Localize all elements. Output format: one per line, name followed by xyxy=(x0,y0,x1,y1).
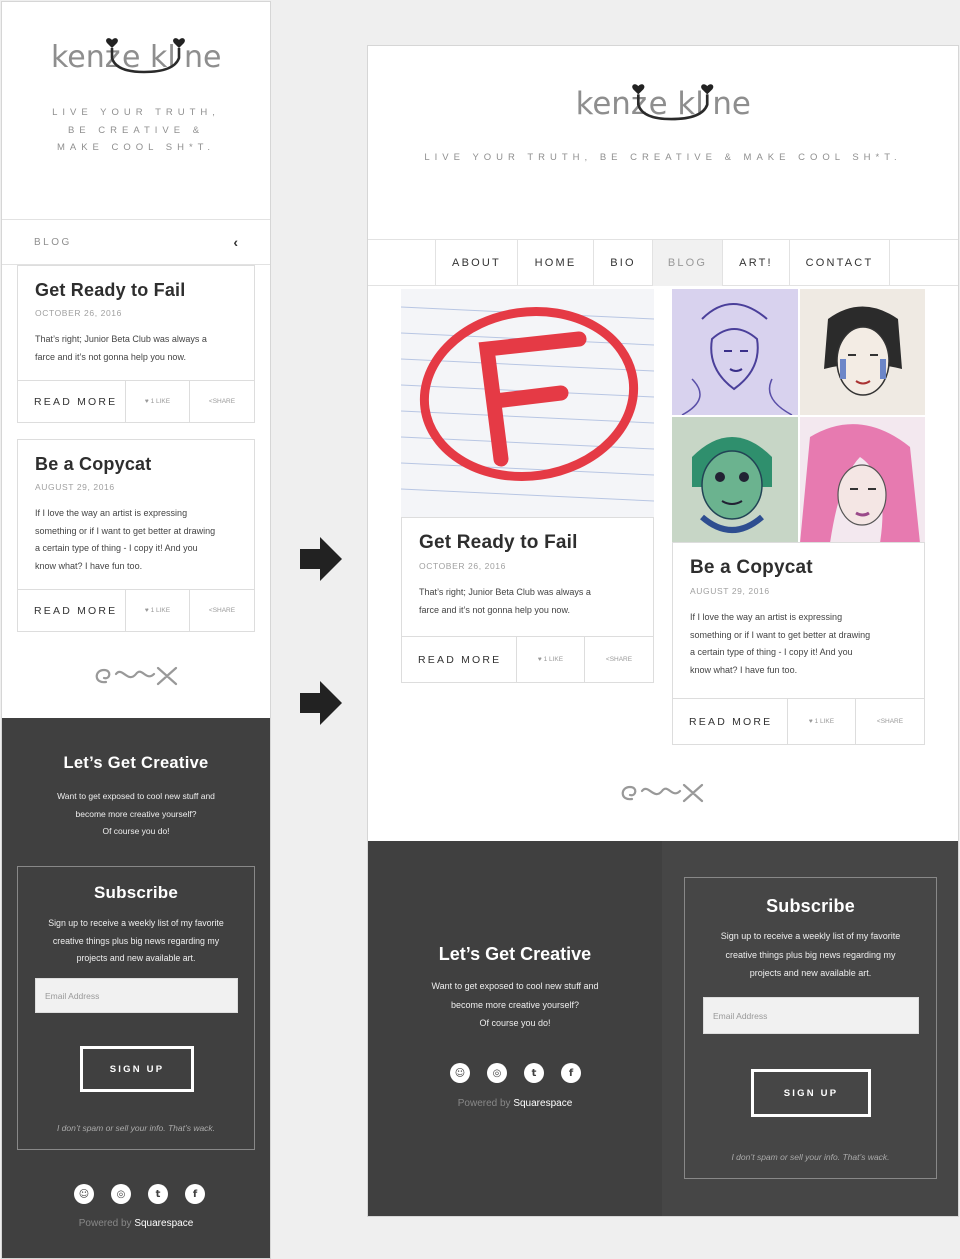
tagline: LIVE YOUR TRUTH, BE CREATIVE & MAKE COOL… xyxy=(52,107,220,153)
tumblr-icon[interactable]: t xyxy=(524,1063,544,1083)
post-excerpt: If I love the way an artist is expressin… xyxy=(35,508,216,571)
powered-by: Powered by Squarespace xyxy=(457,1098,573,1109)
desktop-preview: kenz e kl ne LIVE YOUR TRUTH, BE CREATIV… xyxy=(367,45,959,1217)
post-actions: READ MORE ♥ 1 LIKE < SHARE xyxy=(673,698,924,744)
facebook-icon[interactable]: f xyxy=(185,1184,205,1204)
read-more-link[interactable]: READ MORE xyxy=(18,381,126,422)
nav-item-home[interactable]: HOME xyxy=(518,240,594,286)
post-card: Get Ready to Fail OCTOBER 26, 2016 That’… xyxy=(401,517,654,683)
squiggle-divider-icon xyxy=(621,783,704,803)
footer-intro: Want to get exposed to cool new stuff an… xyxy=(431,981,599,1028)
mobile-preview: kenz e kl ne LIVE YOUR TRUTH, BE CREATIV… xyxy=(1,1,271,1259)
footer-heading: Let’s Get Creative xyxy=(438,944,592,964)
no-spam-note: I don’t spam or sell your info. That’s w… xyxy=(56,1123,216,1133)
tumblr-icon[interactable]: t xyxy=(148,1184,168,1204)
nav-item-about[interactable]: ABOUT xyxy=(436,240,518,286)
squarespace-link[interactable]: Squarespace xyxy=(134,1218,193,1229)
subscribe-heading: Subscribe xyxy=(94,883,178,902)
desktop-footer: Let’s Get Creative Want to get exposed t… xyxy=(368,841,958,1216)
email-field[interactable]: Email Address xyxy=(703,997,919,1034)
squarespace-link[interactable]: Squarespace xyxy=(513,1098,572,1109)
post-image-fail[interactable] xyxy=(401,289,654,517)
chevron-left-icon[interactable]: ‹ xyxy=(233,234,238,250)
arrow-right-icon xyxy=(300,681,342,725)
subscribe-box: Subscribe Sign up to receive a weekly li… xyxy=(684,877,937,1179)
nav-item-art[interactable]: ART! xyxy=(723,240,790,286)
post-card: Be a Copycat AUGUST 29, 2016 If I love t… xyxy=(672,542,925,745)
desktop-header: kenz e kl ne LIVE YOUR TRUTH, BE CREATIV… xyxy=(368,80,958,240)
post-title[interactable]: Be a Copycat xyxy=(35,454,237,475)
post-date: AUGUST 29, 2016 xyxy=(35,482,115,492)
read-more-link[interactable]: READ MORE xyxy=(402,637,517,682)
nav-item-bio[interactable]: BIO xyxy=(594,240,653,286)
post-date: OCTOBER 26, 2016 xyxy=(35,308,122,318)
read-more-link[interactable]: READ MORE xyxy=(18,590,126,631)
social-links: ☺ ◎ t f xyxy=(74,1184,205,1204)
post-title[interactable]: Be a Copycat xyxy=(690,557,907,579)
instagram-icon[interactable]: ◎ xyxy=(487,1063,507,1083)
mobile-header: kenz e kl ne LIVE YOUR TRUTH, BE CREATIV… xyxy=(2,34,270,220)
footer-intro: Want to get exposed to cool new stuff an… xyxy=(57,791,215,836)
like-button[interactable]: ♥ 1 LIKE xyxy=(126,381,190,422)
drawing-thumbnail xyxy=(672,289,798,415)
drawing-thumbnail xyxy=(799,416,925,542)
drawing-thumbnail xyxy=(799,289,925,415)
social-links: ☺ ◎ t f xyxy=(450,1063,581,1083)
post-date: OCTOBER 26, 2016 xyxy=(419,561,506,571)
share-button[interactable]: < SHARE xyxy=(585,637,653,682)
post-actions: READ MORE ♥ 1 LIKE < SHARE xyxy=(402,636,653,682)
post-image-copycat[interactable] xyxy=(672,289,925,542)
nav-item-contact[interactable]: CONTACT xyxy=(790,240,890,286)
mobile-nav-label: BLOG xyxy=(34,236,72,248)
post-excerpt: If I love the way an artist is expressin… xyxy=(690,612,871,675)
subscribe-description: Sign up to receive a weekly list of my f… xyxy=(720,931,901,978)
post-actions: READ MORE ♥ 1 LIKE < SHARE xyxy=(18,589,254,631)
subscribe-description: Sign up to receive a weekly list of my f… xyxy=(48,918,224,963)
snapchat-icon[interactable]: ☺ xyxy=(450,1063,470,1083)
site-logo[interactable]: kenz e kl ne xyxy=(46,34,226,104)
share-button[interactable]: < SHARE xyxy=(856,699,924,744)
mobile-nav-toggle[interactable]: BLOG ‹ xyxy=(2,220,270,265)
post-card: Be a Copycat AUGUST 29, 2016 If I love t… xyxy=(17,439,255,632)
like-button[interactable]: ♥ 1 LIKE xyxy=(126,590,190,631)
footer-intro-panel: Let’s Get Creative Want to get exposed t… xyxy=(368,841,662,1216)
footer-heading: Let’s Get Creative xyxy=(63,754,209,772)
sign-up-button[interactable]: SIGN UP xyxy=(80,1046,194,1092)
subscribe-box: Subscribe Sign up to receive a weekly li… xyxy=(17,866,255,1150)
tagline: LIVE YOUR TRUTH, BE CREATIVE & MAKE COOL… xyxy=(424,152,902,163)
squiggle-divider-icon xyxy=(95,666,178,686)
mobile-footer: Let’s Get Creative Want to get exposed t… xyxy=(2,718,270,1258)
share-button[interactable]: < SHARE xyxy=(190,590,254,631)
subscribe-heading: Subscribe xyxy=(766,896,855,916)
drawing-thumbnail xyxy=(672,416,798,542)
sign-up-button[interactable]: SIGN UP xyxy=(751,1069,871,1117)
post-actions: READ MORE ♥ 1 LIKE < SHARE xyxy=(18,380,254,422)
read-more-link[interactable]: READ MORE xyxy=(673,699,788,744)
facebook-icon[interactable]: f xyxy=(561,1063,581,1083)
post-title[interactable]: Get Ready to Fail xyxy=(419,532,636,554)
post-excerpt: That’s right; Junior Beta Club was alway… xyxy=(35,334,207,362)
post-title[interactable]: Get Ready to Fail xyxy=(35,280,237,301)
arrow-right-icon xyxy=(300,537,342,581)
post-card: Get Ready to Fail OCTOBER 26, 2016 That’… xyxy=(17,265,255,423)
svg-text:ne: ne xyxy=(184,40,221,75)
nav-item-blog[interactable]: BLOG xyxy=(653,240,723,286)
footer-subscribe-panel: Subscribe Sign up to receive a weekly li… xyxy=(662,841,958,1216)
like-button[interactable]: ♥ 1 LIKE xyxy=(788,699,856,744)
email-field[interactable]: Email Address xyxy=(35,978,238,1013)
svg-text:ne: ne xyxy=(712,86,751,122)
post-excerpt: That’s right; Junior Beta Club was alway… xyxy=(419,587,591,615)
no-spam-note: I don’t spam or sell your info. That’s w… xyxy=(731,1152,890,1162)
site-logo[interactable]: kenz e kl ne xyxy=(568,80,758,152)
main-nav: ABOUT HOME BIO BLOG ART! CONTACT xyxy=(368,240,958,286)
like-button[interactable]: ♥ 1 LIKE xyxy=(517,637,585,682)
instagram-icon[interactable]: ◎ xyxy=(111,1184,131,1204)
snapchat-icon[interactable]: ☺ xyxy=(74,1184,94,1204)
share-button[interactable]: < SHARE xyxy=(190,381,254,422)
post-date: AUGUST 29, 2016 xyxy=(690,586,770,596)
powered-by: Powered by Squarespace xyxy=(78,1218,194,1229)
